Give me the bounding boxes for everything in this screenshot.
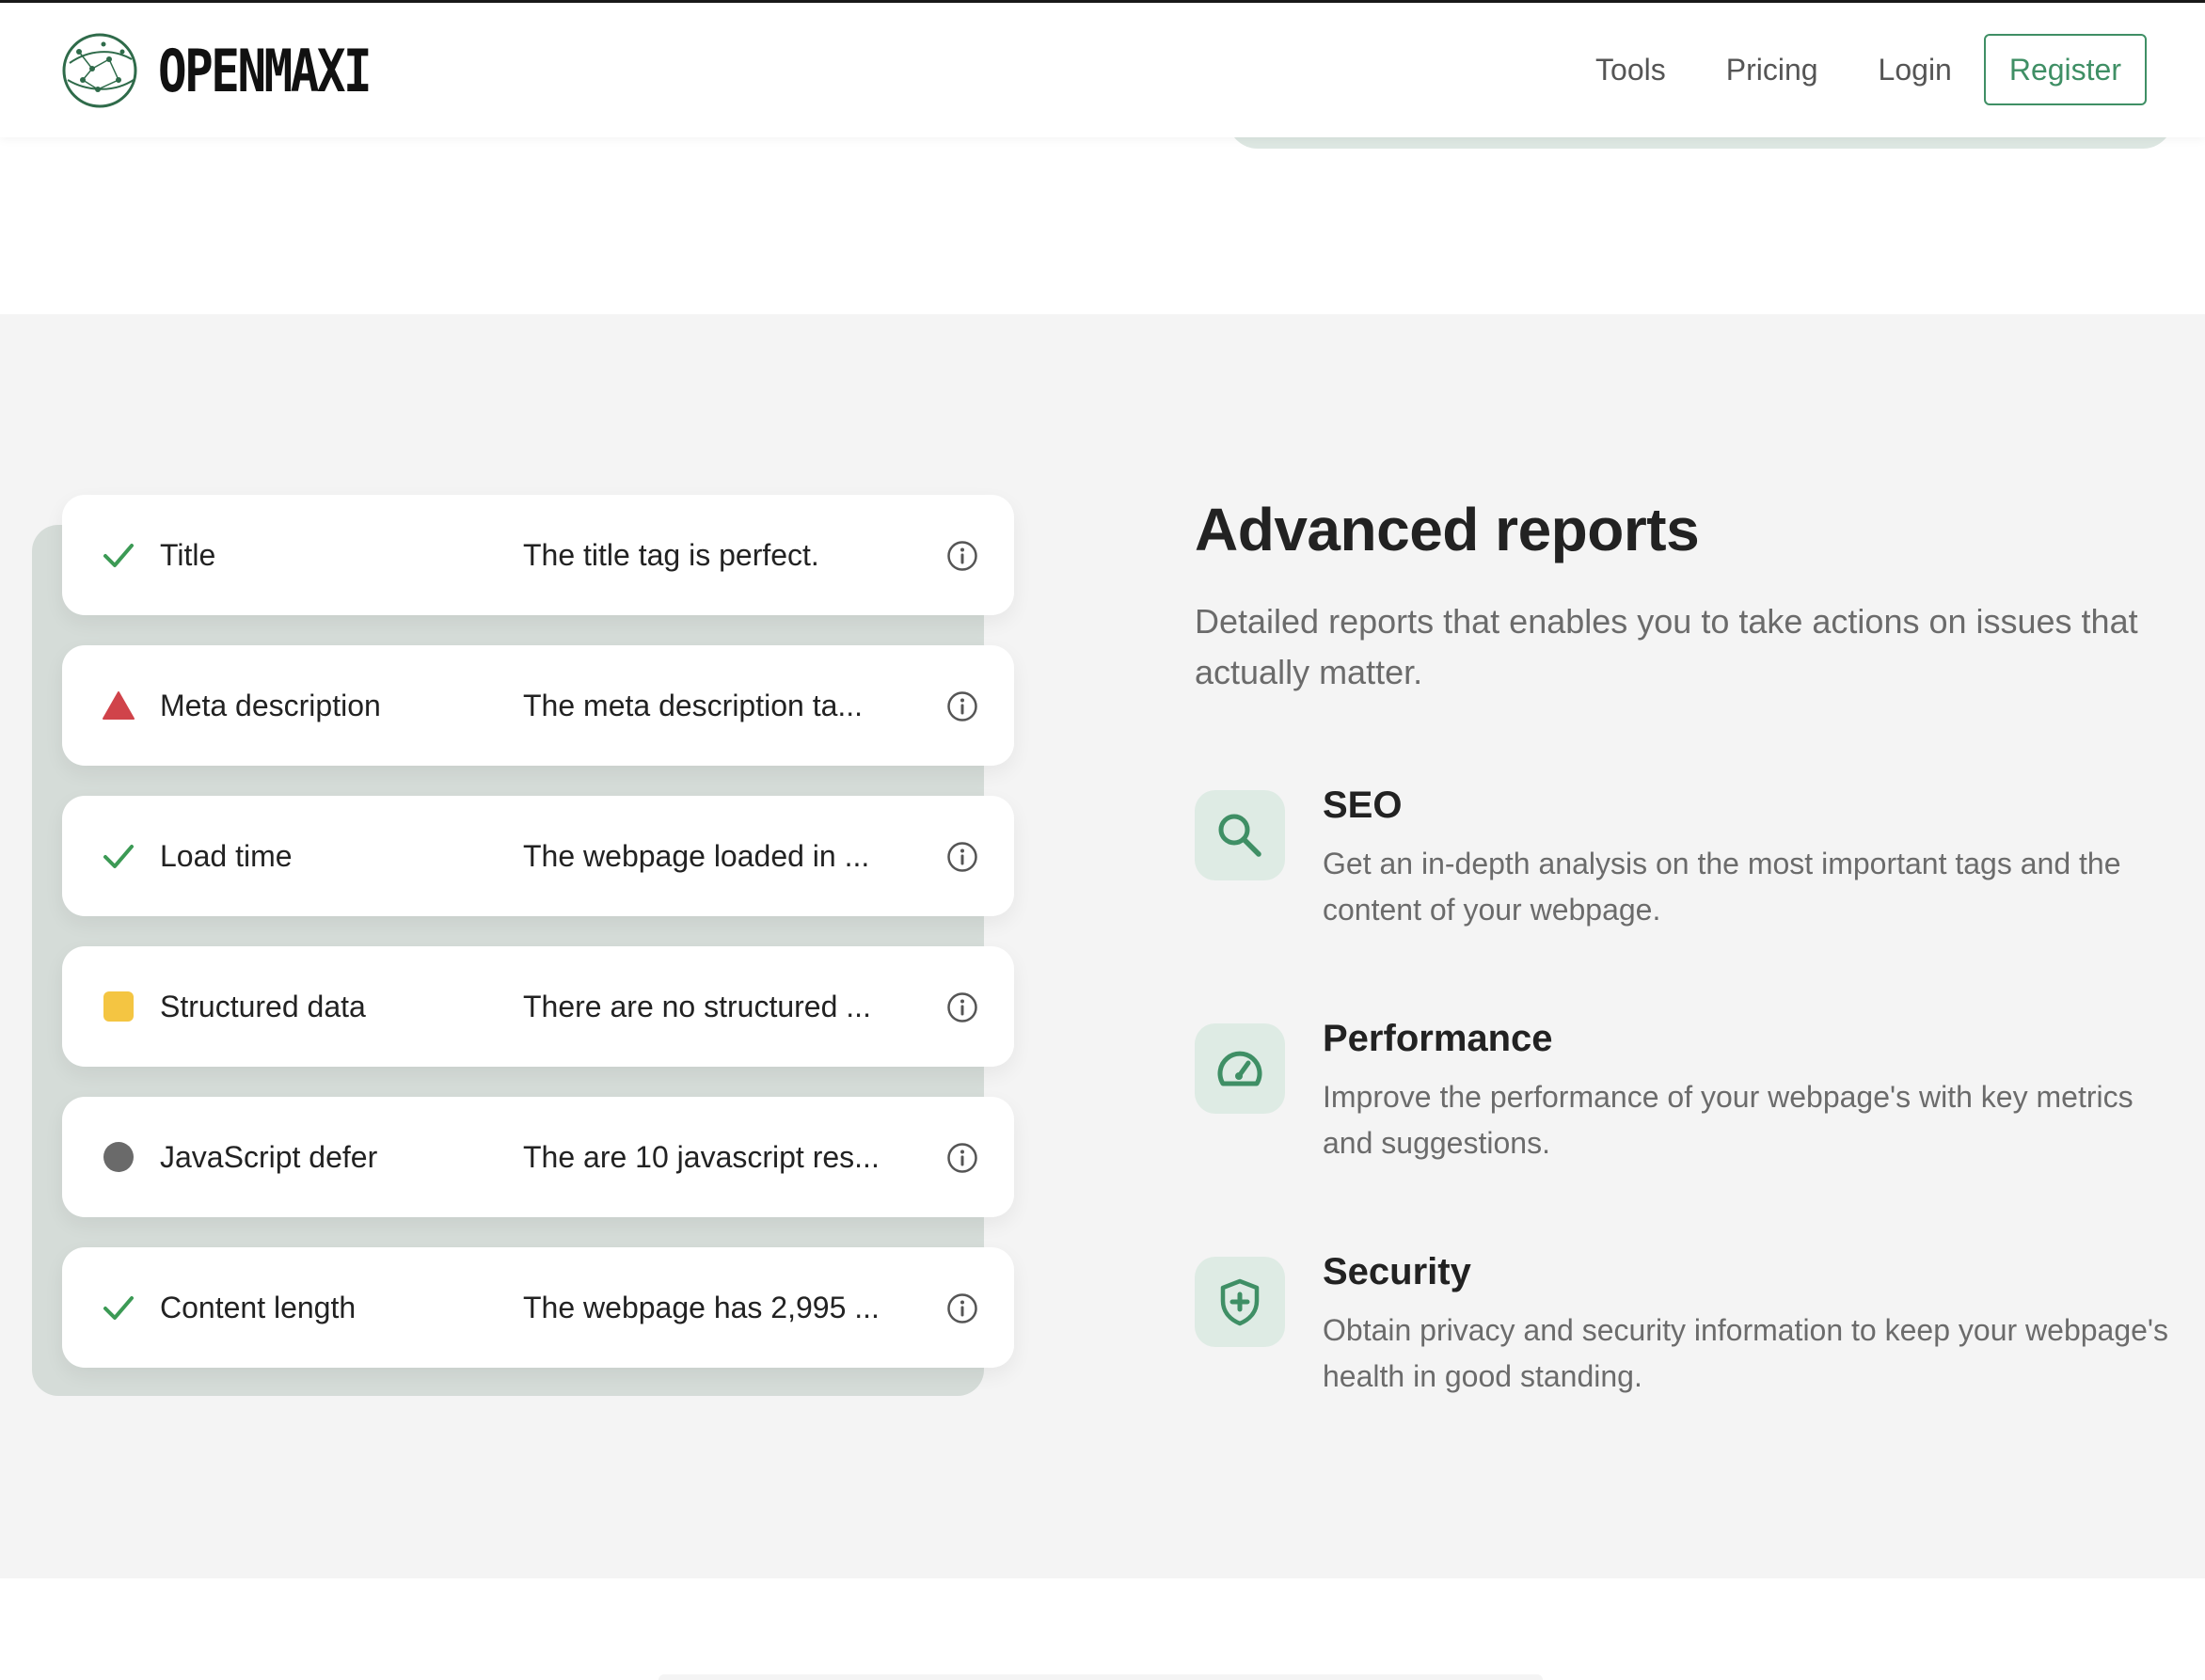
advanced-reports-section: Title The title tag is perfect. Meta des… <box>0 314 2205 1578</box>
check-name: Title <box>160 537 216 572</box>
feature-security: Security Obtain privacy and security inf… <box>1195 1251 2173 1402</box>
constellation-globe-icon <box>62 33 137 108</box>
info-icon[interactable] <box>946 841 978 873</box>
feature-text: Obtain privacy and security information … <box>1323 1313 2169 1393</box>
check-row-javascript-defer: JavaScript defer The are 10 javascript r… <box>62 1097 1014 1217</box>
check-row-structured-data: Structured data There are no structured … <box>62 946 1014 1067</box>
nav-link-tools[interactable]: Tools <box>1595 53 1666 87</box>
feature-title: Performance <box>1323 1018 1553 1059</box>
navbar: OPENMAXI Tools Pricing Login Register <box>0 3 2205 137</box>
nav-link-pricing[interactable]: Pricing <box>1726 53 1818 87</box>
check-name: Load time <box>160 838 293 873</box>
check-description: There are no structured ... <box>523 989 871 1023</box>
check-name: Meta description <box>160 688 381 722</box>
nav-links: Tools Pricing Login Register <box>1535 34 2147 105</box>
check-description: The are 10 javascript res... <box>523 1139 880 1174</box>
feature-seo: SEO Get an in-depth analysis on the most… <box>1195 785 2173 935</box>
check-row-title: Title The title tag is perfect. <box>62 495 1014 615</box>
check-name: Structured data <box>160 989 366 1023</box>
warning-square-icon <box>98 986 139 1027</box>
check-description: The title tag is perfect. <box>523 537 819 572</box>
check-description: The webpage loaded in ... <box>523 838 870 873</box>
check-icon <box>98 1287 139 1328</box>
info-icon[interactable] <box>946 991 978 1023</box>
check-icon <box>98 534 139 576</box>
check-row-content-length: Content length The webpage has 2,995 ... <box>62 1247 1014 1368</box>
check-description: The meta description ta... <box>523 688 864 722</box>
check-name: Content length <box>160 1290 357 1324</box>
check-row-load-time: Load time The webpage loaded in ... <box>62 796 1014 916</box>
brand-name: OPENMAXI <box>158 36 373 105</box>
check-row-meta-description: Meta description The meta description ta… <box>62 645 1014 766</box>
info-icon[interactable] <box>946 690 978 722</box>
info-icon[interactable] <box>946 1142 978 1174</box>
brand[interactable]: OPENMAXI <box>60 31 417 110</box>
feature-text: Improve the performance of your webpage'… <box>1323 1080 2134 1160</box>
register-button[interactable]: Register <box>1983 34 2147 105</box>
speedometer-icon <box>1195 1023 1285 1114</box>
feature-performance: Performance Improve the performance of y… <box>1195 1018 2173 1168</box>
info-icon[interactable] <box>946 1292 978 1324</box>
feature-title: Security <box>1323 1251 1471 1292</box>
check-icon <box>98 835 139 877</box>
warning-triangle-icon <box>98 685 139 726</box>
search-icon <box>1195 790 1285 880</box>
info-icon[interactable] <box>946 540 978 572</box>
check-name: JavaScript defer <box>160 1139 378 1174</box>
feature-text: Get an in-depth analysis on the most imp… <box>1323 847 2121 927</box>
shield-plus-icon <box>1195 1257 1285 1347</box>
nav-link-login[interactable]: Login <box>1879 53 1952 87</box>
next-section-edge <box>658 1674 1543 1680</box>
check-description: The webpage has 2,995 ... <box>523 1290 880 1324</box>
section-lead: Detailed reports that enables you to tak… <box>1195 602 2138 691</box>
feature-title: SEO <box>1323 785 1403 826</box>
section-heading: Advanced reports <box>1195 496 1700 563</box>
info-circle-dot-icon <box>98 1136 139 1178</box>
